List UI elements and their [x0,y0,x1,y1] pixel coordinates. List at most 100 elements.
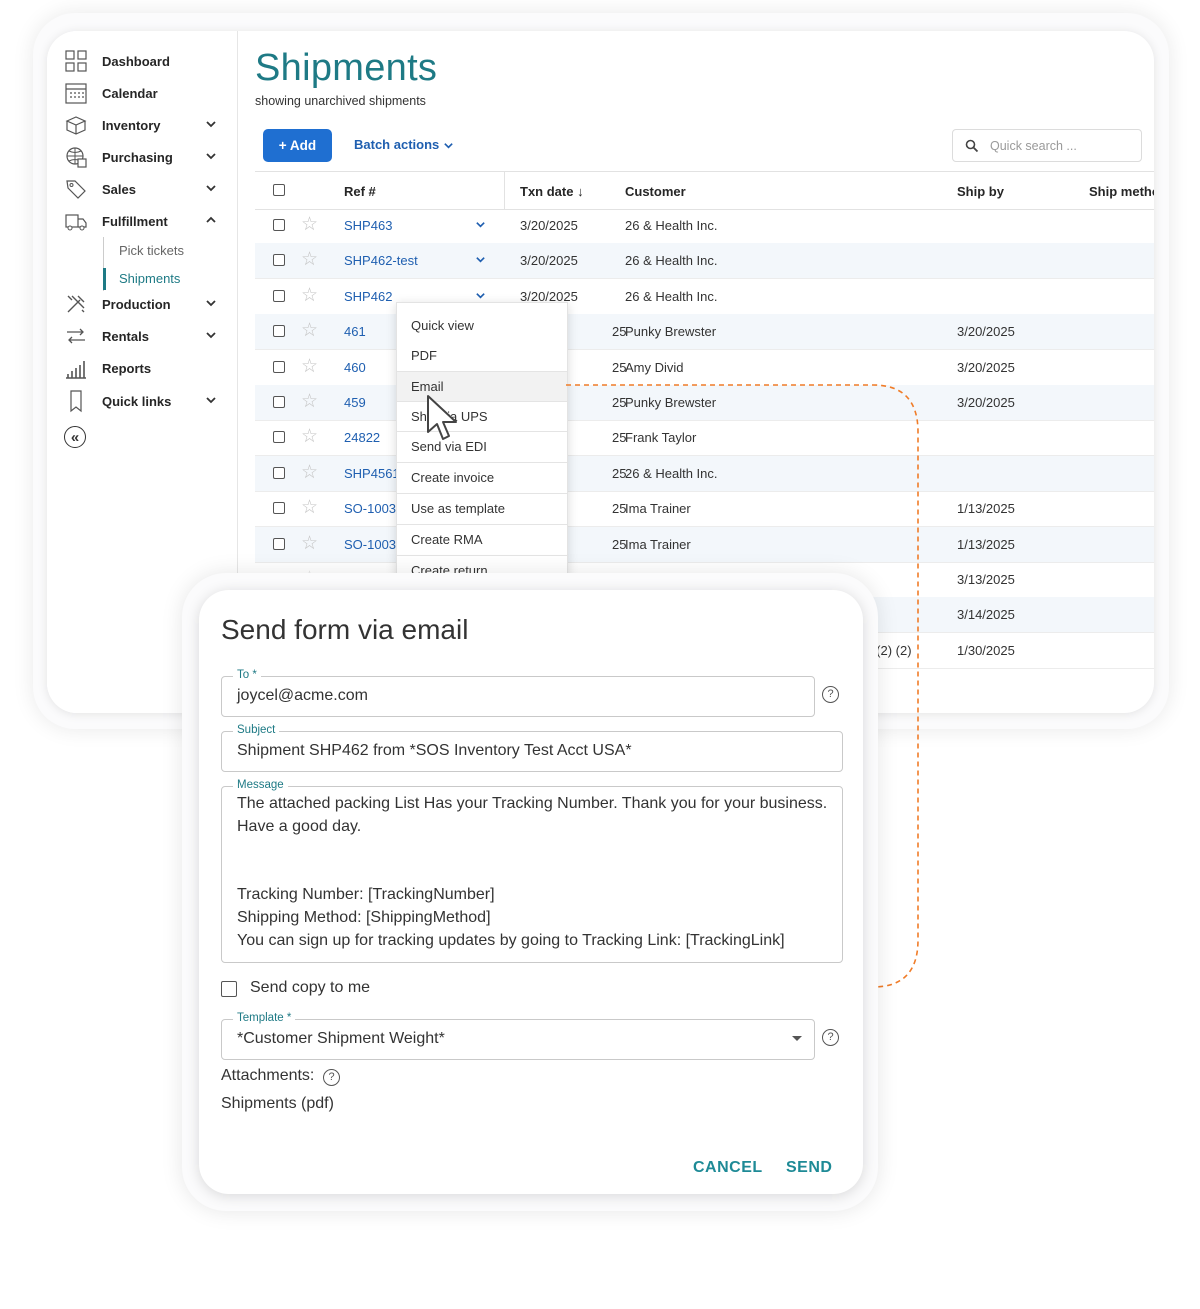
sidebar-item-quick-links[interactable]: Quick links [63,385,233,417]
row-checkbox[interactable] [273,431,285,444]
table-row[interactable]: ☆ SO-1003 25 Ima Trainer 1/13/2025 [255,491,1154,528]
ref-link[interactable]: 24822 [344,430,380,445]
row-checkbox[interactable] [273,502,285,515]
sidebar-subitem-shipments[interactable]: Shipments [119,269,180,289]
star-icon[interactable]: ☆ [301,214,318,236]
row-checkbox[interactable] [273,289,285,302]
sidebar-item-label: Reports [102,360,152,376]
sidebar-item-inventory[interactable]: Inventory [63,109,233,141]
ship-by-cell: 3/20/2025 [957,324,1015,340]
star-icon[interactable]: ☆ [301,497,318,519]
column-header-ref[interactable]: Ref # [344,184,376,199]
template-value: *Customer Shipment Weight* [237,1030,445,1047]
table-row[interactable]: ☆ 461 25 Punky Brewster 3/20/2025 [255,314,1154,351]
table-row[interactable]: ☆ SHP4561 25 26 & Health Inc. [255,455,1154,492]
menu-item-send-via-edi[interactable]: Send via EDI [397,431,567,461]
table-row[interactable]: ☆ 460 25 Amy Divid 3/20/2025 [255,350,1154,386]
star-icon[interactable]: ☆ [301,426,318,448]
row-menu-chevron-icon[interactable] [475,254,486,265]
sidebar-item-rentals[interactable]: Rentals [63,320,233,352]
sidebar-item-dashboard[interactable]: Dashboard [63,45,233,77]
row-checkbox[interactable] [273,254,285,267]
table-row[interactable]: ☆ 459 25 Punky Brewster 3/20/2025 [255,385,1154,421]
template-help-icon[interactable]: ? [822,1029,839,1046]
row-checkbox[interactable] [273,360,285,373]
chevron-down-icon[interactable] [205,150,217,162]
ref-link[interactable]: SHP4561 [344,466,400,481]
sidebar-item-reports[interactable]: Reports [63,352,233,384]
menu-item-create-invoice[interactable]: Create invoice [397,462,567,492]
star-icon[interactable]: ☆ [301,285,318,307]
subject-field[interactable]: Subject Shipment SHP462 from *SOS Invent… [221,723,843,772]
cancel-button[interactable]: CANCEL [693,1159,763,1177]
row-checkbox[interactable] [273,219,285,231]
ref-link[interactable]: SHP463 [344,218,392,233]
chevron-down-icon[interactable] [205,182,217,194]
chevron-up-icon[interactable] [205,214,217,226]
column-header-txn-date[interactable]: Txn date ↓ [520,184,584,199]
table-row[interactable]: ☆ SHP463 3/20/2025 26 & Health Inc. [255,208,1154,244]
chevron-down-icon[interactable] [443,140,454,151]
sidebar-subitem-pick-tickets[interactable]: Pick tickets [119,241,184,261]
select-all-checkbox[interactable] [273,184,285,196]
menu-item-quick-view[interactable]: Quick view [397,311,567,341]
batch-actions-button[interactable]: Batch actions [354,137,439,152]
send-copy-checkbox[interactable] [221,981,237,997]
row-checkbox[interactable] [273,537,285,550]
menu-item-pdf[interactable]: PDF [397,341,567,371]
star-icon[interactable]: ☆ [301,391,318,413]
ref-link[interactable]: SO-1003 [344,501,396,516]
ref-link[interactable]: 460 [344,360,366,375]
ref-link[interactable]: SHP462 [344,289,392,304]
column-header-ship-method[interactable]: Ship metho [1089,184,1154,199]
ref-link[interactable]: SHP462-test [344,253,418,268]
column-header-ship-by[interactable]: Ship by [957,184,1004,199]
sidebar-item-sales[interactable]: Sales [63,173,233,205]
ref-link[interactable]: 459 [344,395,366,410]
sidebar-item-fulfillment[interactable]: Fulfillment [63,205,233,237]
add-button[interactable]: + Add [263,129,332,162]
to-help-icon[interactable]: ? [822,686,839,703]
send-copy-label[interactable]: Send copy to me [250,979,370,997]
send-button[interactable]: SEND [786,1159,832,1177]
menu-item-use-as-template[interactable]: Use as template [397,493,567,523]
sidebar-item-calendar[interactable]: Calendar [63,77,233,109]
chevron-down-icon[interactable] [205,118,217,130]
chevron-down-icon[interactable] [205,394,217,406]
mouse-pointer-icon [427,395,457,440]
chevron-down-icon[interactable] [205,329,217,341]
quick-search-input[interactable]: Quick search ... [952,129,1142,162]
message-field[interactable]: Message The attached packing List Has yo… [221,778,843,963]
collapse-sidebar-icon[interactable]: « [64,426,86,448]
star-icon[interactable]: ☆ [301,533,318,555]
template-select[interactable]: Template * *Customer Shipment Weight* [221,1011,815,1060]
row-checkbox[interactable] [273,325,285,338]
row-menu-chevron-icon[interactable] [475,219,486,230]
attachment-file[interactable]: Shipments (pdf) [221,1095,334,1113]
sidebar-item-production[interactable]: Production [63,288,233,320]
table-row[interactable]: ☆ SHP462-test 3/20/2025 26 & Health Inc. [255,243,1154,280]
ship-by-cell: 3/14/2025 [957,607,1015,623]
ship-by-cell: 3/20/2025 [957,359,1015,375]
table-row[interactable]: ☆ 24822 25 Frank Taylor [255,420,1154,457]
row-checkbox[interactable] [273,396,285,408]
ref-link[interactable]: SO-1003 [344,537,396,552]
row-checkbox[interactable] [273,466,285,479]
table-row[interactable]: ☆ SHP462 3/20/2025 26 & Health Inc. [255,279,1154,315]
menu-item-create-rma[interactable]: Create RMA [397,524,567,554]
menu-item-ship-via-ups[interactable]: Ship via UPS [397,401,567,431]
table-row[interactable]: ☆ SO-1003 25 Ima Trainer 1/13/2025 [255,526,1154,563]
star-icon[interactable]: ☆ [301,320,318,342]
attachments-help-icon[interactable]: ? [323,1069,340,1086]
sidebar-item-purchasing[interactable]: Purchasing [63,141,233,173]
menu-item-email[interactable]: Email [397,371,567,401]
star-icon[interactable]: ☆ [301,249,318,271]
txn-date-cell: 3/20/2025 [520,253,578,269]
row-menu-chevron-icon[interactable] [475,290,486,301]
chevron-down-icon[interactable] [205,297,217,309]
to-field[interactable]: To * joycel@acme.com [221,668,815,717]
star-icon[interactable]: ☆ [301,462,318,484]
column-header-customer[interactable]: Customer [625,184,686,199]
ref-link[interactable]: 461 [344,324,366,339]
star-icon[interactable]: ☆ [301,356,318,378]
